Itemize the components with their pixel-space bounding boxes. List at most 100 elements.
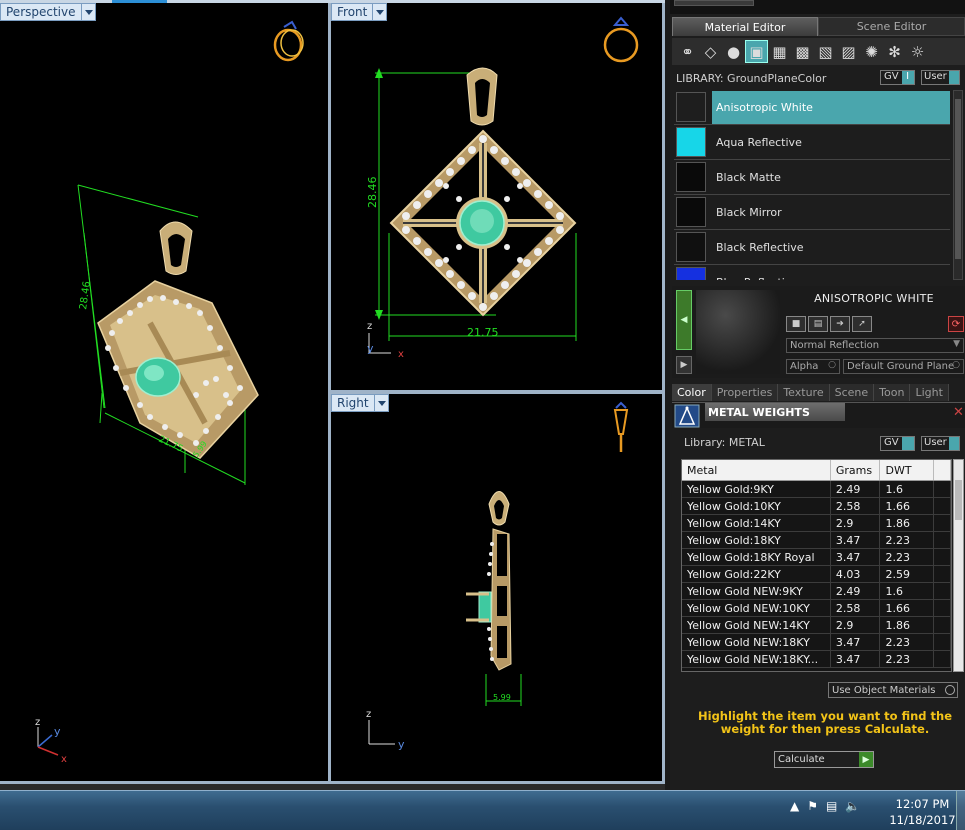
- column-header-grams[interactable]: Grams: [831, 460, 881, 480]
- cell-spacer: [934, 651, 951, 667]
- sphere-icon[interactable]: ●: [722, 40, 745, 63]
- material-list-scrollbar[interactable]: [953, 90, 963, 280]
- material-item[interactable]: Anisotropic White: [674, 90, 950, 125]
- copy-icon[interactable]: ▤: [808, 316, 828, 332]
- metal-user-toggle[interactable]: User: [921, 436, 960, 451]
- chevron-down-icon[interactable]: [81, 3, 96, 21]
- material-item[interactable]: Aqua Reflective: [674, 125, 950, 160]
- ring-front-icon[interactable]: [603, 16, 639, 63]
- ring-material-icon[interactable]: ⚭: [676, 40, 699, 63]
- cell-grams: 2.9: [831, 617, 881, 633]
- tab-material-editor[interactable]: Material Editor: [672, 17, 818, 36]
- pendant-side-icon[interactable]: [613, 401, 629, 452]
- show-desktop-button[interactable]: [956, 791, 965, 830]
- tab-light[interactable]: Light: [910, 384, 949, 401]
- network-icon[interactable]: ▤: [826, 799, 837, 813]
- calculate-button[interactable]: Calculate ▶: [774, 751, 874, 768]
- play-icon: ▶: [859, 752, 873, 767]
- material-library-label: LIBRARY: GroundPlaneColor: [676, 71, 827, 85]
- ground-plane-color-icon[interactable]: ▣: [745, 40, 768, 63]
- viewport-label-perspective[interactable]: Perspective: [0, 3, 96, 21]
- perspective-viewport[interactable]: 28.46 21.75 5.99 z y x Perspective: [0, 3, 328, 781]
- table-row[interactable]: Yellow Gold NEW:18KY 3.47 2.23: [682, 634, 951, 651]
- material-item[interactable]: Blue Reflective: [674, 265, 950, 280]
- material-item[interactable]: Black Reflective: [674, 230, 950, 265]
- clock-time: 12:07 PM: [895, 797, 950, 811]
- svg-text:x: x: [398, 349, 404, 360]
- metal-weights-title: METAL WEIGHTS: [705, 403, 845, 421]
- material-toolbar: ⚭ ◇ ● ▣ ▦ ▩ ▧ ▨ ✺ ✻ ☼: [672, 38, 965, 65]
- perspective-model: 28.46 21.75 5.99 z y x: [35, 20, 304, 765]
- tab-scene[interactable]: Scene: [829, 384, 875, 401]
- material-item[interactable]: Black Matte: [674, 160, 950, 195]
- table-row[interactable]: Yellow Gold:14KY 2.9 1.86: [682, 515, 951, 532]
- collapse-preview-button[interactable]: ◀: [676, 290, 692, 350]
- table-row[interactable]: Yellow Gold NEW:18KY... 3.47 2.23: [682, 651, 951, 668]
- user-toggle[interactable]: User: [921, 70, 960, 85]
- cell-spacer: [934, 617, 951, 633]
- metal-table-scrollbar[interactable]: [953, 459, 964, 672]
- paint-icon[interactable]: ✺: [860, 40, 883, 63]
- table-row[interactable]: Yellow Gold:18KY Royal 3.47 2.23: [682, 549, 951, 566]
- right-model: 5.99 z y: [366, 401, 629, 751]
- use-object-materials-toggle[interactable]: Use Object Materials: [828, 682, 958, 698]
- viewport-label-right[interactable]: Right: [331, 394, 389, 412]
- ring-view-icon[interactable]: [273, 20, 304, 62]
- table-row[interactable]: Yellow Gold:22KY 4.03 2.59: [682, 566, 951, 583]
- table-row[interactable]: Yellow Gold:9KY 2.49 1.6: [682, 481, 951, 498]
- volume-icon[interactable]: 🔈: [845, 799, 860, 813]
- calculate-hint-text: Highlight the item you want to find the …: [698, 709, 952, 736]
- light-bulb-icon[interactable]: ☼: [906, 40, 929, 63]
- close-icon[interactable]: ✕: [953, 405, 964, 420]
- front-viewport[interactable]: 28.46 21.75 z y x Front: [331, 3, 662, 390]
- ground-plane-select[interactable]: Default Ground Plane ○: [843, 359, 964, 374]
- tab-texture[interactable]: Texture: [778, 384, 830, 401]
- cell-dwt: 2.23: [880, 651, 935, 667]
- right-viewport[interactable]: 5.99 z y Right: [331, 394, 662, 781]
- chevron-down-icon[interactable]: [374, 394, 389, 412]
- export-icon[interactable]: ➔: [830, 316, 850, 332]
- table-row[interactable]: Yellow Gold NEW:9KY 2.49 1.6: [682, 583, 951, 600]
- tab-scene-editor[interactable]: Scene Editor: [818, 17, 965, 36]
- pattern-icon[interactable]: ▩: [791, 40, 814, 63]
- brush-icon[interactable]: ✻: [883, 40, 906, 63]
- viewport-label-front[interactable]: Front: [331, 3, 388, 21]
- save-icon[interactable]: ■: [786, 316, 806, 332]
- cell-dwt: 2.23: [880, 634, 935, 650]
- cell-metal: Yellow Gold NEW:14KY: [682, 617, 831, 633]
- column-header-dwt[interactable]: DWT: [880, 460, 935, 480]
- grid-icon[interactable]: ▨: [837, 40, 860, 63]
- cell-metal: Yellow Gold:14KY: [682, 515, 831, 531]
- texture-icon[interactable]: ▦: [768, 40, 791, 63]
- material-swatch: [676, 92, 706, 122]
- tab-properties[interactable]: Properties: [711, 384, 779, 401]
- column-header-metal[interactable]: Metal: [682, 460, 831, 480]
- table-row[interactable]: Yellow Gold NEW:14KY 2.9 1.86: [682, 617, 951, 634]
- chevron-down-icon[interactable]: [373, 3, 388, 21]
- alpha-field[interactable]: Alpha ○: [786, 359, 840, 374]
- material-item[interactable]: Black Mirror: [674, 195, 950, 230]
- taskbar-clock[interactable]: 12:07 PM 11/18/2017: [885, 796, 960, 828]
- metal-weights-header: METAL WEIGHTS ✕: [672, 402, 965, 428]
- show-hidden-icons-icon[interactable]: ▲: [790, 799, 799, 813]
- action-center-icon[interactable]: ⚑: [807, 799, 818, 813]
- refresh-icon[interactable]: ⟳: [948, 316, 964, 332]
- checker-icon[interactable]: ▧: [814, 40, 837, 63]
- gv-toggle[interactable]: GV I: [880, 70, 915, 85]
- expand-preview-button[interactable]: ▶: [676, 356, 692, 374]
- table-row[interactable]: Yellow Gold NEW:10KY 2.58 1.66: [682, 600, 951, 617]
- reflection-mode-select[interactable]: Normal Reflection ▼: [786, 338, 964, 353]
- table-row[interactable]: Yellow Gold:18KY 3.47 2.23: [682, 532, 951, 549]
- front-model: 28.46 21.75 z y x: [366, 16, 639, 360]
- tab-color[interactable]: Color: [672, 384, 712, 401]
- viewport-splitter-horizontal[interactable]: [331, 390, 662, 394]
- gem-icon[interactable]: ◇: [699, 40, 722, 63]
- cell-dwt: 1.86: [880, 515, 935, 531]
- metal-gv-toggle[interactable]: GV: [880, 436, 915, 451]
- import-icon[interactable]: ➚: [852, 316, 872, 332]
- cell-metal: Yellow Gold:10KY: [682, 498, 831, 514]
- table-row[interactable]: Yellow Gold:10KY 2.58 1.66: [682, 498, 951, 515]
- cell-spacer: [934, 634, 951, 650]
- scale-icon: [674, 404, 700, 428]
- tab-toon[interactable]: Toon: [874, 384, 911, 401]
